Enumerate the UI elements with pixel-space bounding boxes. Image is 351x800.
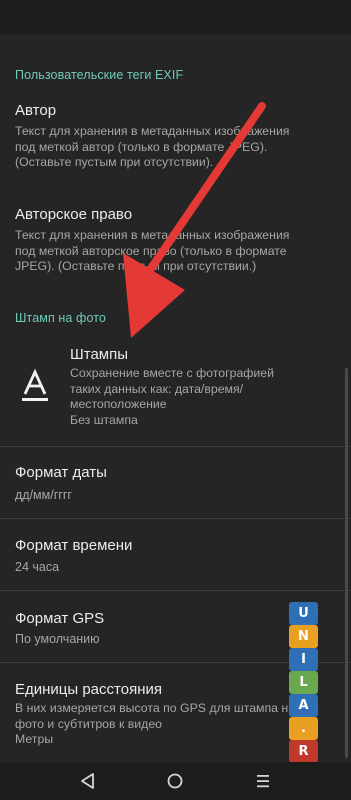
pref-copyright-title: Авторское право: [15, 206, 133, 223]
pref-stamps-title: Штампы: [70, 346, 129, 363]
pref-date-format-title: Формат даты: [15, 464, 107, 481]
pref-copyright-summary: Текст для хранения в метаданных изображе…: [15, 228, 290, 273]
watermark-letter: L: [289, 671, 318, 694]
pref-stamps[interactable]: Штампы Сохранение вместе с фотографией т…: [0, 338, 351, 434]
pref-time-format[interactable]: Формат времени 24 часа: [0, 519, 351, 590]
pref-time-format-value: 24 часа: [15, 560, 60, 574]
camera-settings-screen: Пользовательские теги EXIF Автор Текст д…: [0, 0, 351, 800]
watermark-letter: U: [289, 602, 318, 625]
pref-gps-format-title: Формат GPS: [15, 610, 105, 627]
pref-author-summary: Текст для хранения в метаданных изображе…: [15, 124, 290, 169]
home-icon[interactable]: [164, 771, 186, 791]
scrollbar-thumb[interactable]: [345, 368, 348, 758]
pref-copyright[interactable]: Авторское право Текст для хранения в мет…: [0, 200, 351, 290]
pref-author-title: Автор: [15, 102, 57, 119]
back-icon[interactable]: [77, 771, 99, 791]
watermark-letter: I: [289, 648, 318, 671]
pref-date-format[interactable]: Формат даты дд/мм/гггг: [0, 447, 351, 518]
section-header-exif: Пользовательские теги EXIF: [15, 68, 184, 82]
pref-author[interactable]: Автор Текст для хранения в метаданных из…: [0, 96, 351, 188]
menu-icon[interactable]: [252, 771, 274, 791]
watermark-letter: .: [289, 717, 318, 740]
pref-time-format-title: Формат времени: [15, 537, 133, 554]
watermark-letter: R: [289, 740, 318, 763]
text-format-icon: [22, 368, 48, 401]
section-header-stamp: Штамп на фото: [15, 311, 106, 325]
pref-gps-format-value: По умолчанию: [15, 632, 100, 646]
pref-date-format-value: дд/мм/гггг: [15, 488, 72, 502]
status-bar: [0, 0, 351, 34]
pref-distance-units-title: Единицы расстояния: [15, 681, 162, 698]
pref-stamps-summary: Сохранение вместе с фотографией таких да…: [70, 366, 274, 427]
watermark-letter: N: [289, 625, 318, 648]
watermark-letter: A: [289, 694, 318, 717]
pref-distance-units-summary: В них измеряется высота по GPS для штамп…: [15, 701, 296, 746]
